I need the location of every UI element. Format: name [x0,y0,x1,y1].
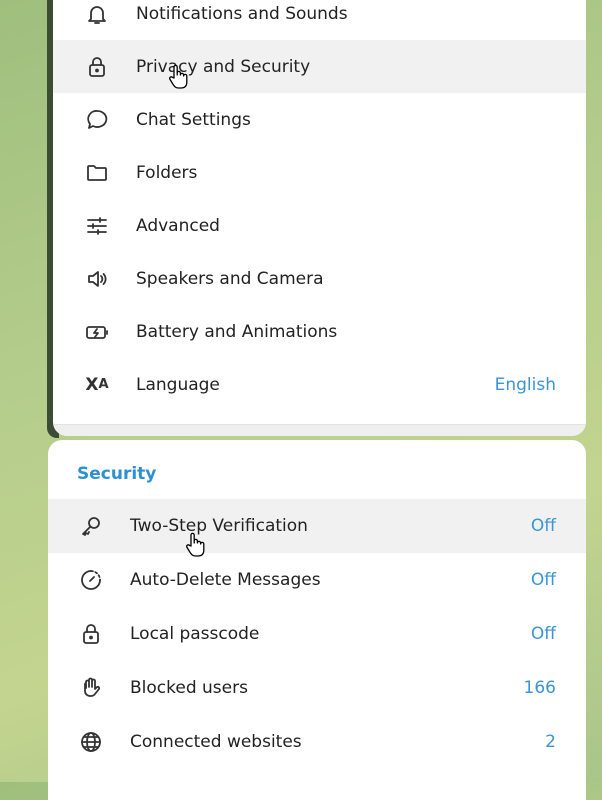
menu-item-label: Advanced [136,215,220,236]
folder-icon [84,160,110,186]
security-item-value: 166 [523,678,556,698]
security-panel: Security Two-Step Verification Off Auto-… [48,440,586,800]
security-item-blocked-users[interactable]: Blocked users 166 [48,661,586,715]
security-item-label: Local passcode [130,624,260,644]
globe-icon [78,729,104,755]
menu-item-label: Chat Settings [136,109,251,130]
menu-item-language[interactable]: XA Language English [53,358,586,411]
menu-item-notifications[interactable]: Notifications and Sounds [53,0,586,40]
menu-item-advanced[interactable]: Advanced [53,199,586,252]
security-item-value: Off [530,570,556,590]
lock-icon [78,621,104,647]
settings-menu-panel: Notifications and Sounds Privacy and Sec… [53,0,586,436]
security-item-label: Two-Step Verification [130,516,308,536]
security-item-label: Connected websites [130,732,302,752]
menu-item-privacy[interactable]: Privacy and Security [53,40,586,93]
menu-item-folders[interactable]: Folders [53,146,586,199]
security-item-value: Off [530,624,556,644]
menu-item-label: Privacy and Security [136,56,311,77]
hand-cursor-icon [168,64,190,90]
menu-item-chat-settings[interactable]: Chat Settings [53,93,586,146]
section-divider [53,424,586,436]
security-item-label: Auto-Delete Messages [130,570,321,590]
hand-cursor-icon [185,532,207,558]
menu-item-label: Speakers and Camera [136,268,324,289]
section-header: Security [77,464,157,484]
speaker-icon [84,266,110,292]
security-item-value: 2 [545,732,556,752]
security-item-two-step[interactable]: Two-Step Verification Off [48,499,586,553]
lock-icon [84,54,110,80]
menu-item-label: Language [136,374,220,395]
hand-icon [78,675,104,701]
translate-icon: XA [85,374,109,395]
sliders-icon [84,213,110,239]
menu-item-label: Notifications and Sounds [136,3,348,24]
menu-item-speakers[interactable]: Speakers and Camera [53,252,586,305]
security-item-local-passcode[interactable]: Local passcode Off [48,607,586,661]
battery-icon [84,319,110,345]
security-item-auto-delete[interactable]: Auto-Delete Messages Off [48,553,586,607]
bell-icon [84,1,110,27]
chat-bubble-icon [84,107,110,133]
menu-item-label: Folders [136,162,198,183]
timer-icon [78,567,104,593]
key-icon [78,513,104,539]
security-item-value: Off [530,516,556,536]
menu-item-label: Battery and Animations [136,321,338,342]
security-item-connected-websites[interactable]: Connected websites 2 [48,715,586,769]
language-value: English [494,374,556,395]
menu-item-battery[interactable]: Battery and Animations [53,305,586,358]
security-item-label: Blocked users [130,678,248,698]
